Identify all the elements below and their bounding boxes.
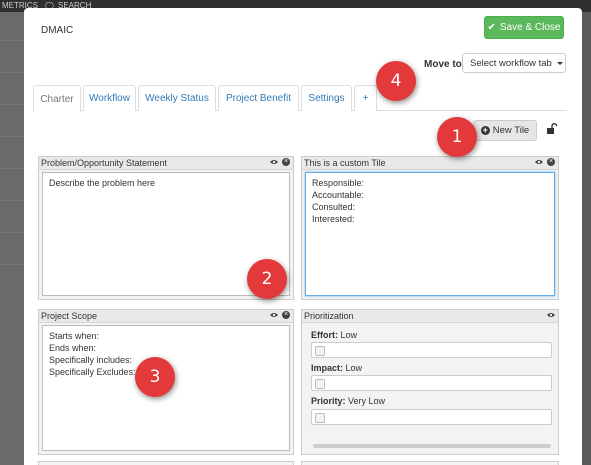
- tile-partial: [38, 461, 294, 465]
- priority-field[interactable]: [311, 409, 552, 425]
- tile-prioritization: Prioritization Effort: Low Impact: Low P…: [301, 309, 559, 455]
- tab-charter[interactable]: Charter: [33, 85, 81, 112]
- impact-value: Low: [345, 363, 363, 373]
- select-workflow-value: Select workflow tab: [470, 57, 552, 69]
- eye-icon[interactable]: [535, 158, 543, 166]
- priority-checkbox[interactable]: [315, 413, 325, 423]
- modal-title: DMAIC: [41, 25, 74, 36]
- select-workflow-dropdown[interactable]: Select workflow tab: [462, 53, 566, 73]
- save-close-label: Save & Close: [499, 22, 561, 33]
- prioritization-body: Effort: Low Impact: Low Priority: Very L…: [305, 325, 555, 451]
- impact-label: Impact: Low: [311, 363, 363, 373]
- new-tile-button[interactable]: + New Tile: [473, 120, 537, 141]
- tile-title: Problem/Opportunity Statement: [41, 158, 168, 168]
- tile-header: Project Scope ×: [39, 310, 293, 323]
- tab-weekly-status[interactable]: Weekly Status: [138, 85, 216, 111]
- scope-line: Ends when:: [49, 343, 97, 353]
- new-tile-label: New Tile: [492, 125, 530, 136]
- eye-icon[interactable]: [270, 158, 278, 166]
- tab-project-benefit[interactable]: Project Benefit: [218, 85, 299, 111]
- tile-header: This is a custom Tile ×: [302, 157, 558, 170]
- close-icon[interactable]: ×: [547, 158, 555, 166]
- eye-icon[interactable]: [547, 311, 555, 319]
- custom-line: Responsible:: [312, 178, 365, 188]
- tile-header: Prioritization: [302, 310, 558, 323]
- background-right-edge: [582, 12, 591, 465]
- scope-line: Starts when:: [49, 331, 100, 341]
- problem-statement-body: Describe the problem here: [49, 178, 156, 188]
- tile-title: Project Scope: [41, 311, 98, 321]
- callout-badge: 1: [437, 117, 477, 157]
- callout-badge: 3: [135, 357, 175, 397]
- priority-label: Priority: Very Low: [311, 396, 386, 406]
- impact-field[interactable]: [311, 375, 552, 391]
- plus-circle-icon: +: [480, 125, 490, 135]
- tab-add[interactable]: +: [354, 85, 377, 111]
- tile-title: Prioritization: [304, 311, 354, 321]
- check-icon: ✔: [487, 22, 496, 33]
- close-icon[interactable]: ×: [282, 158, 290, 166]
- custom-tile-text[interactable]: Responsible: Accountable: Consulted: Int…: [305, 172, 555, 296]
- dmaic-modal: DMAIC ✔ Save & Close Move to Select work…: [24, 8, 582, 465]
- custom-line: Consulted:: [312, 202, 356, 212]
- tile-custom: This is a custom Tile × Responsible: Acc…: [301, 156, 559, 300]
- caret-down-icon: [556, 61, 563, 65]
- tile-title: This is a custom Tile: [304, 158, 386, 168]
- tab-settings[interactable]: Settings: [301, 85, 352, 111]
- unlock-icon[interactable]: [546, 123, 558, 135]
- close-icon[interactable]: ×: [282, 311, 290, 319]
- tab-workflow[interactable]: Workflow: [83, 85, 136, 111]
- save-close-button[interactable]: ✔ Save & Close: [484, 16, 564, 39]
- background-sidebar: [0, 12, 24, 465]
- horizontal-scrollbar[interactable]: [313, 444, 551, 448]
- effort-label: Effort: Low: [311, 330, 358, 340]
- effort-field[interactable]: [311, 342, 552, 358]
- effort-checkbox[interactable]: [315, 346, 325, 356]
- effort-value: Low: [340, 330, 358, 340]
- tile-header: Problem/Opportunity Statement ×: [39, 157, 293, 170]
- eye-icon[interactable]: [270, 311, 278, 319]
- impact-checkbox[interactable]: [315, 379, 325, 389]
- callout-badge: 2: [247, 259, 287, 299]
- priority-value: Very Low: [348, 396, 386, 406]
- custom-line: Interested:: [312, 214, 355, 224]
- tab-bar: Charter Workflow Weekly Status Project B…: [33, 85, 567, 112]
- tile-partial: [301, 461, 559, 465]
- callout-badge: 4: [376, 61, 416, 101]
- custom-line: Accountable:: [312, 190, 365, 200]
- move-to-label: Move to: [424, 59, 462, 70]
